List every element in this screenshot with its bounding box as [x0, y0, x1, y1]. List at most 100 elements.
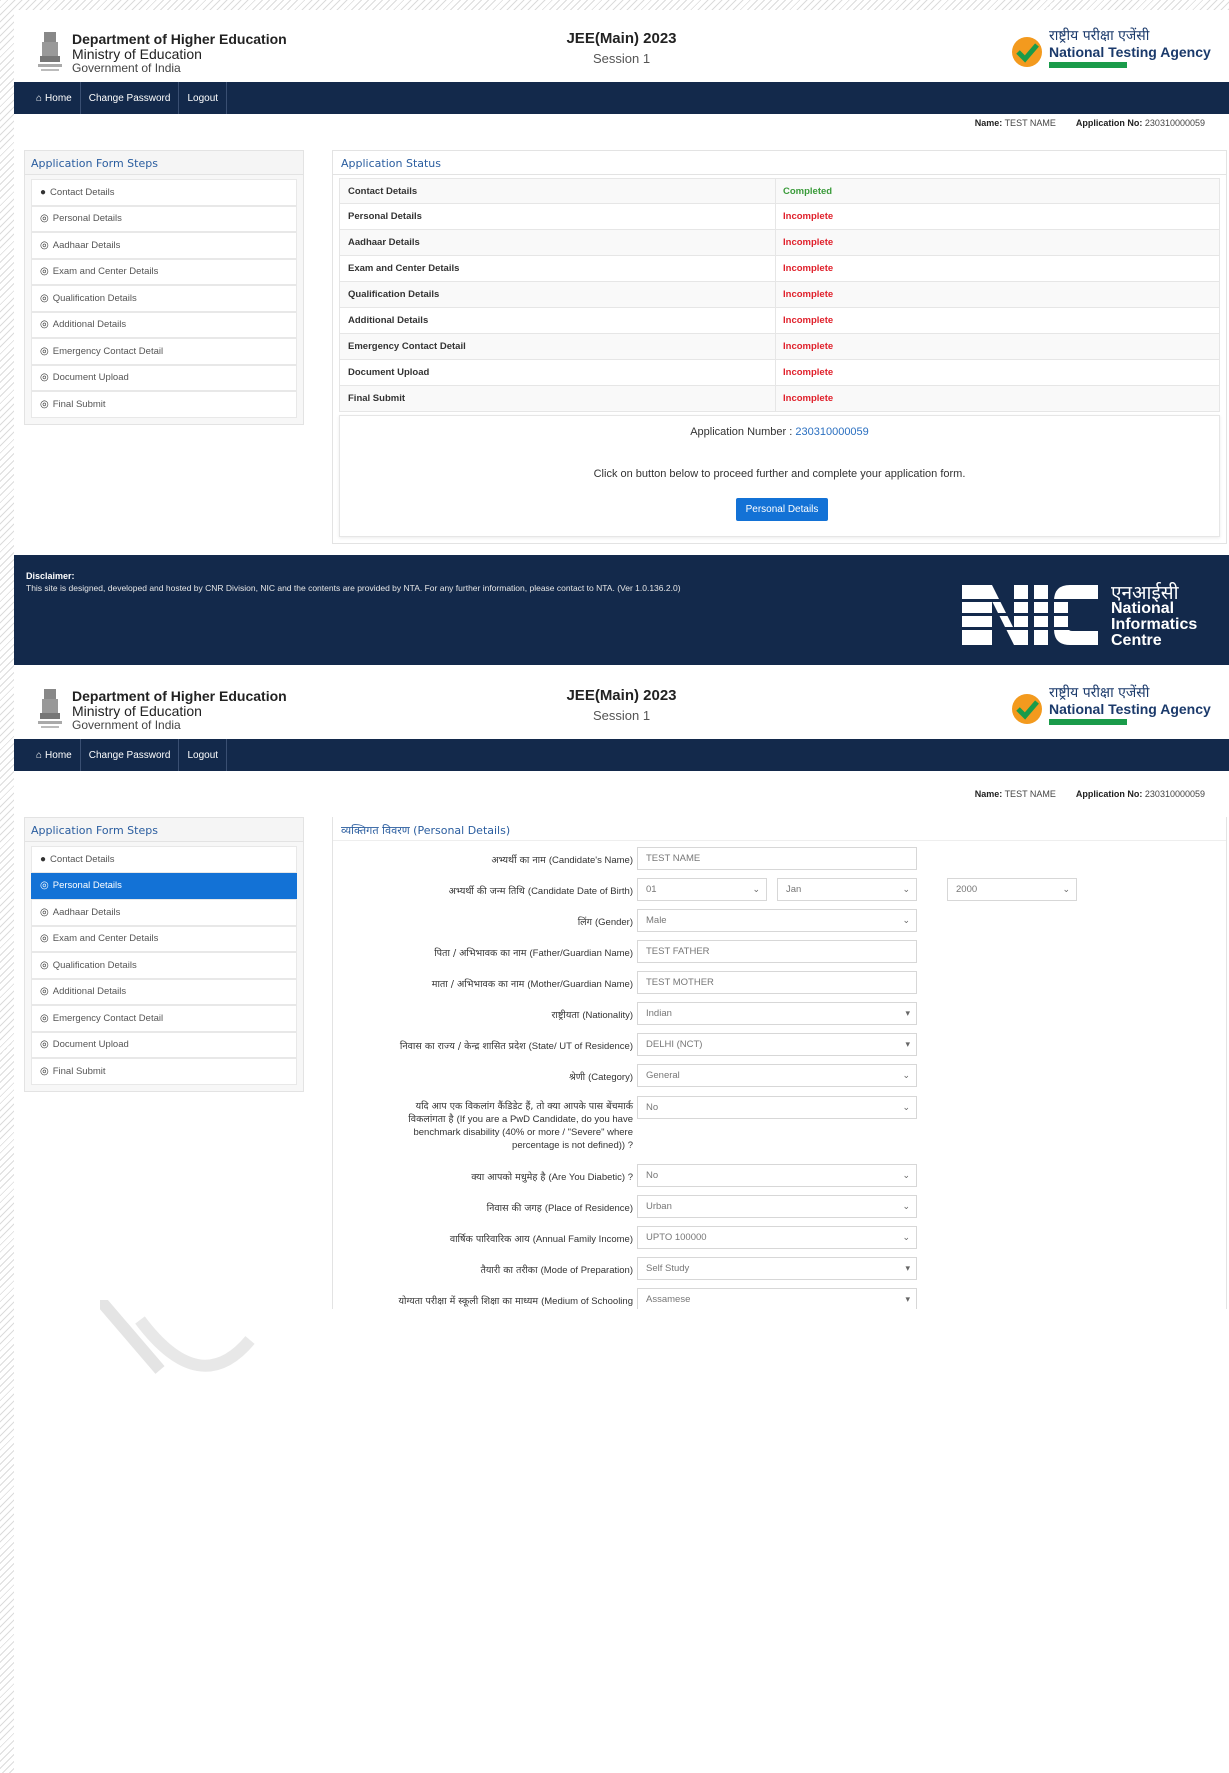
nta-hindi: राष्ट्रीय परीक्षा एजेंसी: [1049, 685, 1150, 701]
preparation-select[interactable]: Self Study ▾: [637, 1257, 917, 1280]
chevron-down-icon: ▾: [905, 1294, 910, 1304]
sidebar-item-qualification[interactable]: ◎ Qualification Details: [31, 285, 297, 312]
select-value: Self Study: [646, 1263, 690, 1274]
label-hi: राष्ट्रीयता: [551, 1010, 580, 1021]
sidebar-item-aadhaar[interactable]: ◎ Aadhaar Details: [31, 899, 297, 926]
pwd-select[interactable]: No ⌄: [637, 1096, 917, 1119]
disclaimer-text: This site is designed, developed and hos…: [26, 583, 681, 593]
sidebar-item-label: Final Submit: [52, 398, 106, 410]
label-hi: माता / अभिभावक का नाम: [431, 979, 525, 990]
steps-sidebar: Application Form Steps ● Contact Details …: [24, 817, 304, 1092]
medium-select[interactable]: Assamese ▾: [637, 1288, 917, 1309]
label-hi: निवास की जगह: [486, 1203, 542, 1214]
chevron-down-icon: ⌄: [902, 1102, 910, 1112]
nav-logout[interactable]: Logout: [179, 739, 228, 771]
sidebar-item-emergency[interactable]: ◎ Emergency Contact Detail: [31, 338, 297, 365]
dob-day-select[interactable]: 01 ⌄: [637, 878, 767, 901]
sidebar-item-label: Additional Details: [52, 986, 127, 998]
label-hi: पिता / अभिभावक का नाम: [434, 948, 527, 959]
step-cell: Qualification Details: [340, 282, 776, 307]
residence-select[interactable]: Urban ⌄: [637, 1195, 917, 1218]
sidebar-item-emergency[interactable]: ◎ Emergency Contact Detail: [31, 1005, 297, 1032]
dob-month-select[interactable]: Jan ⌄: [777, 878, 917, 901]
site-footer: Disclaimer: This site is designed, devel…: [14, 555, 1229, 665]
check-circle-icon: ●: [40, 853, 47, 865]
category-select[interactable]: General ⌄: [637, 1064, 917, 1087]
nav-logout[interactable]: Logout: [179, 82, 228, 114]
father-name-input[interactable]: TEST FATHER: [637, 940, 917, 963]
status-cell: Incomplete: [783, 211, 834, 222]
application-status-panel: Application Status Contact Details Comple…: [332, 150, 1227, 544]
circle-icon: ◎: [40, 1065, 49, 1077]
app-no-value: 230310000059: [1144, 789, 1205, 799]
diabetic-select[interactable]: No ⌄: [637, 1164, 917, 1187]
sidebar-item-exam-center[interactable]: ◎ Exam and Center Details: [31, 258, 297, 285]
table-row: Final Submit Incomplete: [339, 386, 1220, 412]
circle-icon: ◎: [40, 933, 49, 945]
sidebar-item-aadhaar[interactable]: ◎ Aadhaar Details: [31, 232, 297, 259]
user-info: Name: TEST NAME Application No: 230310000…: [975, 118, 1205, 128]
sidebar-item-final-submit[interactable]: ◎ Final Submit: [31, 391, 297, 418]
nav-home[interactable]: ⌂ Home: [28, 739, 81, 771]
gender-select[interactable]: Male ⌄: [637, 909, 917, 932]
home-icon: ⌂: [36, 749, 43, 761]
sidebar-item-additional[interactable]: ◎ Additional Details: [31, 311, 297, 338]
step-cell: Contact Details: [340, 179, 776, 203]
table-row: Aadhaar Details Incomplete: [339, 230, 1220, 256]
select-value: Assamese: [646, 1294, 691, 1305]
field-label: तैयारी का तरीका (Mode of Preparation): [481, 1263, 634, 1276]
field-label: पिता / अभिभावक का नाम (Father/Guardian N…: [434, 946, 633, 959]
nic-line2: Informatics: [1111, 616, 1198, 633]
candidate-name-input[interactable]: TEST NAME: [637, 847, 917, 870]
step-cell: Exam and Center Details: [340, 256, 776, 281]
sidebar-item-label: Aadhaar Details: [52, 906, 121, 918]
nav-change-password[interactable]: Change Password: [81, 82, 180, 114]
sidebar-item-contact[interactable]: ● Contact Details: [31, 179, 297, 206]
nav-change-password[interactable]: Change Password: [81, 739, 180, 771]
chevron-down-icon: ▾: [905, 1263, 910, 1273]
sidebar-item-additional[interactable]: ◎ Additional Details: [31, 978, 297, 1005]
sidebar-item-contact[interactable]: ● Contact Details: [31, 846, 297, 873]
sidebar-item-exam-center[interactable]: ◎ Exam and Center Details: [31, 925, 297, 952]
nta-english: National Testing Agency: [1049, 701, 1211, 717]
label-hi: क्या आपको मधुमेह है: [471, 1172, 546, 1183]
form-title-hindi: व्यक्तिगत विवरण: [341, 824, 410, 837]
sidebar-title: Application Form Steps: [25, 818, 303, 842]
nta-english: National Testing Agency: [1049, 44, 1211, 60]
nav-home[interactable]: ⌂ Home: [28, 82, 81, 114]
label-en: (Candidate Date of Birth): [527, 886, 633, 897]
sidebar-item-personal[interactable]: ◎ Personal Details: [31, 872, 297, 899]
income-select[interactable]: UPTO 100000 ⌄: [637, 1226, 917, 1249]
check-circle-icon: ●: [40, 186, 47, 198]
status-table: Contact Details Completed Personal Detail…: [339, 178, 1220, 412]
circle-icon: ◎: [40, 986, 49, 998]
circle-icon: ◎: [40, 266, 49, 278]
mother-name-input[interactable]: TEST MOTHER: [637, 971, 917, 994]
table-row: Document Upload Incomplete: [339, 360, 1220, 386]
dob-year-select[interactable]: 2000 ⌄: [947, 878, 1077, 901]
label-hi: वार्षिक पारिवारिक आय: [449, 1234, 530, 1245]
chevron-down-icon: ⌄: [1062, 884, 1070, 894]
sidebar-title: Application Form Steps: [25, 151, 303, 175]
label-hi: निवास का राज्य / केन्द्र शासित प्रदेश: [399, 1041, 526, 1052]
nav-home-label: Home: [45, 749, 72, 761]
nta-tagline-bar: [1049, 719, 1127, 725]
circle-icon: ◎: [40, 372, 49, 384]
sidebar-item-final-submit[interactable]: ◎ Final Submit: [31, 1058, 297, 1085]
select-value: Male: [646, 915, 667, 926]
chevron-down-icon: ▾: [905, 1039, 910, 1049]
circle-icon: ◎: [40, 959, 49, 971]
sidebar-item-label: Contact Details: [50, 186, 115, 198]
sidebar-item-document[interactable]: ◎ Document Upload: [31, 364, 297, 391]
state-select[interactable]: DELHI (NCT) ▾: [637, 1033, 917, 1056]
label-en: (Annual Family Income): [532, 1234, 633, 1245]
personal-details-button[interactable]: Personal Details: [736, 498, 828, 521]
sidebar-item-document[interactable]: ◎ Document Upload: [31, 1031, 297, 1058]
top-nav: ⌂ Home Change Password Logout: [14, 739, 1229, 771]
nic-english: National Informatics Centre: [1111, 601, 1197, 649]
sidebar-item-personal[interactable]: ◎ Personal Details: [31, 205, 297, 232]
app-number-link[interactable]: 230310000059: [795, 426, 868, 438]
sidebar-item-qualification[interactable]: ◎ Qualification Details: [31, 952, 297, 979]
personal-details-form: व्यक्तिगत विवरण (Personal Details) अभ्यर…: [332, 817, 1227, 1309]
nationality-select[interactable]: Indian ▾: [637, 1002, 917, 1025]
